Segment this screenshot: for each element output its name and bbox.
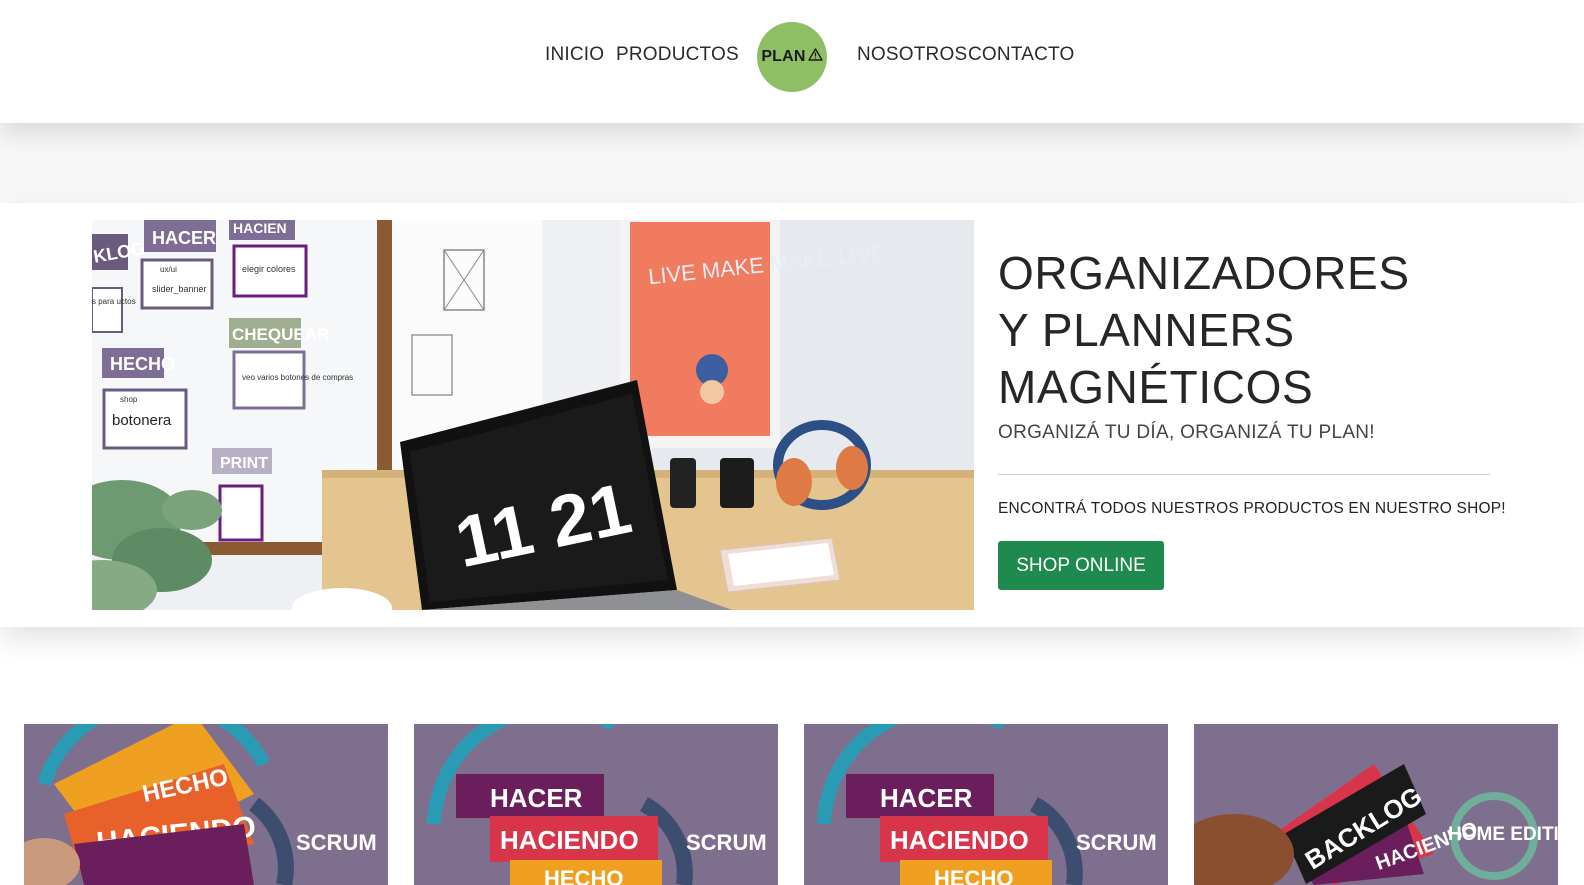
card-2-sticker-haciendo: HACIENDO [500, 825, 639, 855]
board-note-colores: elegir colores [242, 264, 296, 274]
card-3-sticker-haciendo: HACIENDO [890, 825, 1029, 855]
product-card-scrum-3[interactable]: HACER HACIENDO HECHO SCRUM [804, 724, 1168, 885]
product-cards: HACIENDO HECHO SCRUM HACER HACIENDO HECH… [0, 724, 1584, 885]
nav-link-nosotros[interactable]: NOSOTROS [857, 44, 967, 66]
board-label-hecho: HECHO [110, 354, 175, 374]
board-label-haciendo: HACIEN [233, 220, 287, 236]
nav-plan-label: PLAN [761, 48, 806, 65]
hero-section: KLOG HACER HACIEN ux/ui slider_banner el… [0, 203, 1584, 627]
board-label-print: PRINT [220, 455, 268, 472]
nav-plan-button[interactable]: PLAN [757, 22, 827, 92]
board-note-botonera: botonera [112, 412, 172, 429]
board-note-slider-banner: slider_banner [152, 284, 207, 294]
hero-shop-text: ENCONTRÁ TODOS NUESTROS PRODUCTOS EN NUE… [998, 500, 1506, 517]
hero-title-line-1: ORGANIZADORES [998, 247, 1410, 299]
hero-subtitle: ORGANIZÁ TU DÍA, ORGANIZÁ TU PLAN! [998, 422, 1375, 443]
warning-triangle-icon [807, 48, 823, 66]
card-4-badge: HOME EDITION [1448, 824, 1558, 845]
top-navigation: INICIO PRODUCTOS PLAN NOSOTROS CONTACTO [0, 0, 1584, 123]
hero-divider [998, 474, 1490, 475]
hero-title-line-3: MAGNÉTICOS [998, 361, 1314, 413]
card-3-badge: SCRUM [1076, 830, 1157, 855]
section-spacer [0, 123, 1584, 203]
board-note-shop: shop [120, 395, 138, 404]
hero-title: ORGANIZADORES Y PLANNERS MAGNÉTICOS [998, 245, 1410, 416]
board-label-hacer: HACER [152, 228, 216, 248]
card-2-sticker-hacer: HACER [490, 783, 583, 813]
nav-link-productos[interactable]: PRODUCTOS [616, 44, 739, 66]
card-1-badge: SCRUM [296, 830, 377, 855]
nav-link-inicio[interactable]: INICIO [545, 44, 604, 66]
hero-title-line-2: Y PLANNERS [998, 304, 1295, 356]
shop-online-button[interactable]: SHOP ONLINE [998, 541, 1164, 590]
product-card-home-edition[interactable]: BACKLOG HACIENDO HOME EDITION [1194, 724, 1558, 885]
board-note-uxui: ux/ui [160, 265, 177, 274]
card-2-sticker-hecho: HECHO [544, 866, 623, 885]
product-card-scrum-2[interactable]: HACER HACIENDO HECHO SCRUM [414, 724, 778, 885]
board-label-chequear: CHEQUEAR [232, 325, 329, 344]
product-card-scrum-1[interactable]: HACIENDO HECHO SCRUM [24, 724, 388, 885]
card-2-badge: SCRUM [686, 830, 767, 855]
board-note-compras: veo varios botones de compras [242, 373, 353, 382]
card-3-sticker-hacer: HACER [880, 783, 973, 813]
hero-carousel-image: KLOG HACER HACIEN ux/ui slider_banner el… [92, 220, 974, 610]
card-3-sticker-hecho: HECHO [934, 866, 1013, 885]
board-note-partial: s para uctos [92, 297, 136, 306]
nav-link-contacto[interactable]: CONTACTO [968, 44, 1074, 66]
